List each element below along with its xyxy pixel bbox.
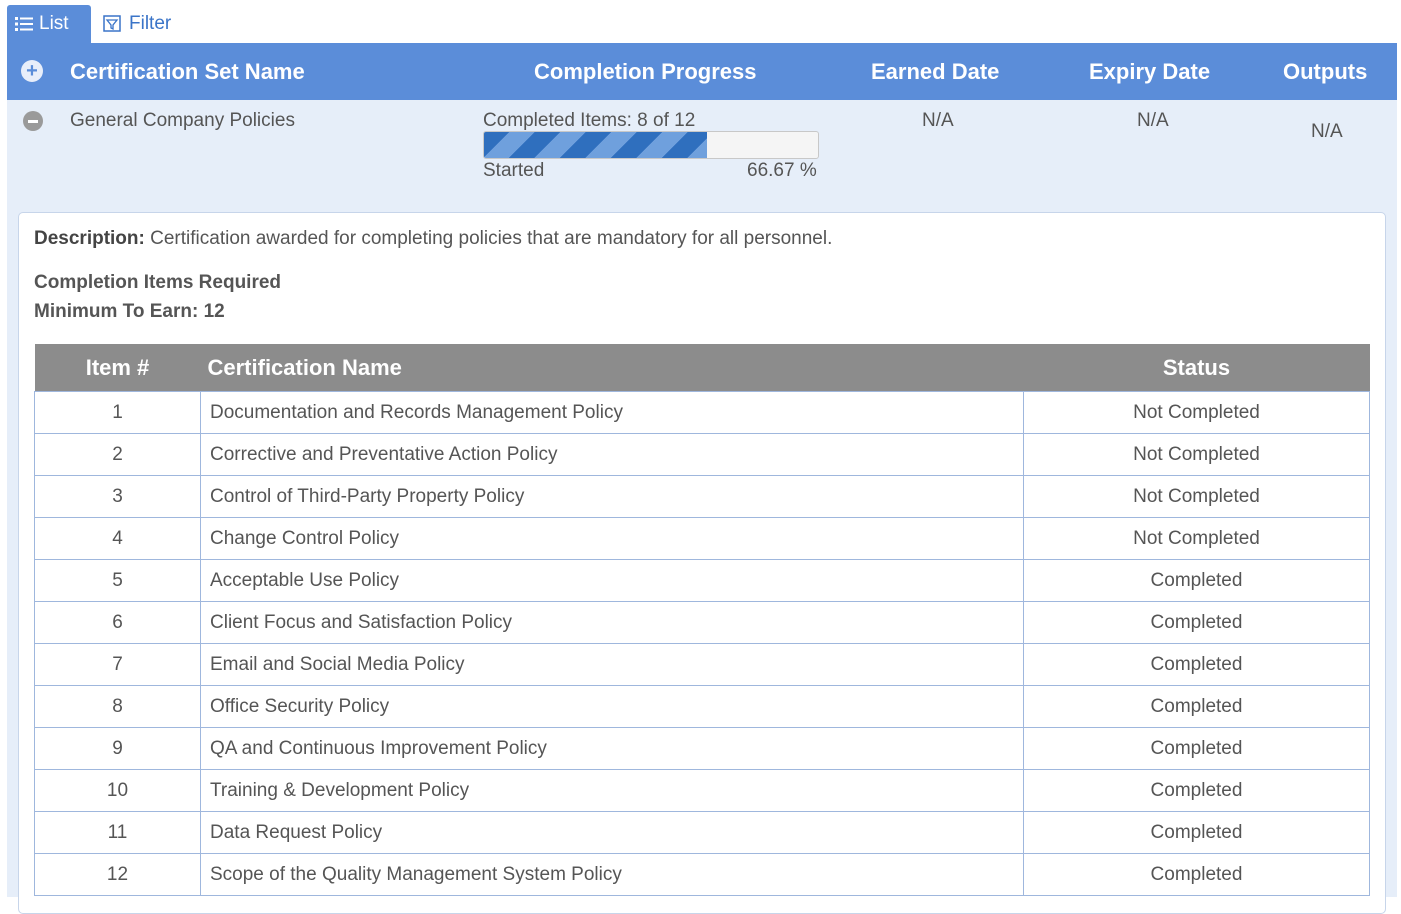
certification-name: Client Focus and Satisfaction Policy <box>200 601 1024 644</box>
item-number: 6 <box>34 601 201 644</box>
tab-list[interactable]: List <box>7 5 91 43</box>
minimum-to-earn: Minimum To Earn: 12 <box>34 301 225 322</box>
item-status: Completed <box>1023 643 1370 686</box>
item-status: Completed <box>1023 727 1370 770</box>
item-number: 1 <box>34 391 201 434</box>
table-row: 7 Email and Social Media Policy Completed <box>34 643 1370 686</box>
description-text: Certification awarded for completing pol… <box>150 228 833 249</box>
item-status: Not Completed <box>1023 391 1370 434</box>
item-number: 8 <box>34 685 201 728</box>
tab-filter[interactable]: Filter <box>95 5 183 43</box>
table-row: 1 Documentation and Records Management Po… <box>34 391 1370 434</box>
certification-name: Training & Development Policy <box>200 769 1024 812</box>
certification-set-name: General Company Policies <box>70 110 295 131</box>
item-number: 9 <box>34 727 201 770</box>
collapse-icon[interactable] <box>23 111 43 131</box>
tab-list-label: List <box>39 13 69 34</box>
certification-name: Change Control Policy <box>200 517 1024 560</box>
tab-filter-label: Filter <box>129 13 172 34</box>
table-row: 2 Corrective and Preventative Action Poli… <box>34 433 1370 476</box>
item-status: Not Completed <box>1023 433 1370 476</box>
item-status: Completed <box>1023 811 1370 854</box>
table-row: 6 Client Focus and Satisfaction Policy Com… <box>34 601 1370 644</box>
table-row: 9 QA and Continuous Improvement Policy Com… <box>34 727 1370 770</box>
column-header-expiry[interactable]: Expiry Date <box>1089 43 1210 100</box>
item-status: Not Completed <box>1023 475 1370 518</box>
certification-name: Documentation and Records Management Pol… <box>200 391 1024 434</box>
certification-set-row: General Company Policies Completed Items… <box>7 100 1397 914</box>
item-number: 3 <box>34 475 201 518</box>
item-number: 4 <box>34 517 201 560</box>
certification-items-table: Item # Certification Name Status 1 Docume… <box>34 344 1370 896</box>
item-number: 10 <box>34 769 201 812</box>
item-status: Completed <box>1023 601 1370 644</box>
progress-status: Started <box>483 160 545 181</box>
certification-name: Email and Social Media Policy <box>200 643 1024 686</box>
description: Description: Certification awarded for c… <box>34 228 832 250</box>
certification-name: Acceptable Use Policy <box>200 559 1024 602</box>
outputs: N/A <box>1311 121 1343 142</box>
column-header-certification-name: Certification Name <box>200 344 1024 392</box>
item-status: Completed <box>1023 769 1370 812</box>
column-header-status: Status <box>1023 344 1370 392</box>
table-row: 3 Control of Third-Party Property Policy N… <box>34 475 1370 518</box>
view-tabs: List Filter <box>7 5 183 43</box>
certification-name: Office Security Policy <box>200 685 1024 728</box>
completion-progress-bar <box>483 131 819 159</box>
item-number: 11 <box>34 811 201 854</box>
expand-all-icon[interactable]: + <box>21 60 43 82</box>
certification-name: Scope of the Quality Management System P… <box>200 853 1024 896</box>
list-icon <box>15 16 33 32</box>
progress-percent: 66.67 % <box>747 160 817 181</box>
completion-items-required-title: Completion Items Required <box>34 272 282 293</box>
table-row: 12 Scope of the Quality Management System… <box>34 853 1370 896</box>
certification-name: QA and Continuous Improvement Policy <box>200 727 1024 770</box>
item-status: Not Completed <box>1023 517 1370 560</box>
certification-name: Corrective and Preventative Action Polic… <box>200 433 1024 476</box>
earned-date: N/A <box>922 110 954 131</box>
table-header-row: Item # Certification Name Status <box>34 344 1370 392</box>
progress-fill <box>484 132 707 158</box>
item-number: 7 <box>34 643 201 686</box>
filter-icon <box>103 15 123 33</box>
table-row: 8 Office Security Policy Completed <box>34 685 1370 728</box>
table-row: 4 Change Control Policy Not Completed <box>34 517 1370 560</box>
item-status: Completed <box>1023 685 1370 728</box>
detail-panel: Description: Certification awarded for c… <box>18 212 1386 914</box>
item-number: 2 <box>34 433 201 476</box>
column-header-progress[interactable]: Completion Progress <box>534 43 756 100</box>
column-header-earned[interactable]: Earned Date <box>871 43 999 100</box>
certification-name: Data Request Policy <box>200 811 1024 854</box>
item-number: 5 <box>34 559 201 602</box>
item-status: Completed <box>1023 853 1370 896</box>
completed-items-text: Completed Items: 8 of 12 <box>483 110 696 131</box>
item-number: 12 <box>34 853 201 896</box>
certification-name: Control of Third-Party Property Policy <box>200 475 1024 518</box>
item-status: Completed <box>1023 559 1370 602</box>
column-header-item-number: Item # <box>34 344 201 392</box>
description-label: Description: <box>34 228 145 249</box>
table-row: 11 Data Request Policy Completed <box>34 811 1370 854</box>
column-header-outputs[interactable]: Outputs <box>1283 43 1367 100</box>
table-row: 5 Acceptable Use Policy Completed <box>34 559 1370 602</box>
expiry-date: N/A <box>1137 110 1169 131</box>
column-header-name[interactable]: Certification Set Name <box>70 43 305 100</box>
grid-header: + Certification Set Name Completion Prog… <box>7 43 1397 100</box>
table-row: 10 Training & Development Policy Completed <box>34 769 1370 812</box>
